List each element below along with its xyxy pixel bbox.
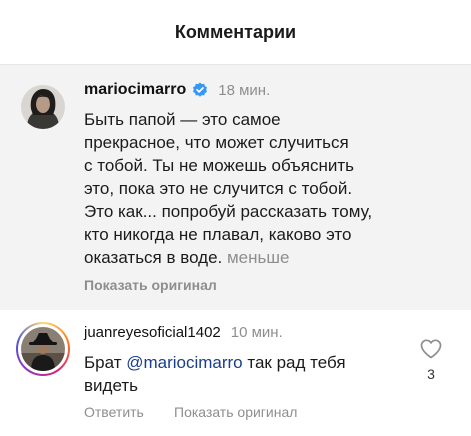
comment-text: Брат @mariocimarro так рад тебя видеть <box>84 351 346 397</box>
show-original-button[interactable]: Показать оригинал <box>174 404 297 420</box>
mention-link[interactable]: @mariocimarro <box>126 353 242 372</box>
comment-timestamp: 18 мин. <box>218 81 271 99</box>
comment-text-part: так рад тебя <box>242 353 346 372</box>
comment-line: с тобой. Ты не можешь объяснить <box>84 156 355 175</box>
avatar[interactable] <box>21 85 65 129</box>
comment-line: оказаться в воде. <box>84 248 223 267</box>
comment-username[interactable]: juanreyesoficial1402 <box>84 324 221 341</box>
comment-mariocimarro: mariocimarro 18 мин. Быть папой — это са… <box>0 65 471 310</box>
page-title: Комментарии <box>174 21 297 42</box>
show-less-link[interactable]: меньше <box>227 248 289 267</box>
comment-text-part: Брат <box>84 353 127 372</box>
comment-line: Это как... попробуй рассказать тому, <box>84 202 373 221</box>
story-ring[interactable] <box>16 322 70 376</box>
comment-line: видеть <box>84 376 138 395</box>
comment-line: Быть папой — это самое <box>84 110 281 129</box>
like-count: 3 <box>427 366 435 382</box>
comment-username[interactable]: mariocimarro <box>84 81 186 99</box>
comment-line: это, пока это не случится с тобой. <box>84 179 353 198</box>
comment-text: Быть папой — это самое прекрасное, что м… <box>84 108 372 269</box>
comment-timestamp: 10 мин. <box>230 324 283 341</box>
comment-line: Брат @mariocimarro так рад тебя <box>84 351 346 374</box>
heart-outline-icon[interactable] <box>420 339 442 364</box>
comment-line-last: оказаться в воде. меньше <box>84 246 372 269</box>
avatar[interactable] <box>21 327 65 371</box>
comment-line: прекрасное, что может случиться <box>84 133 349 152</box>
verified-badge-icon <box>192 82 208 98</box>
reply-button[interactable]: Ответить <box>84 404 144 420</box>
show-original-button[interactable]: Показать оригинал <box>84 277 217 293</box>
comment-line: кто никогда не плавал, каково это <box>84 225 352 244</box>
